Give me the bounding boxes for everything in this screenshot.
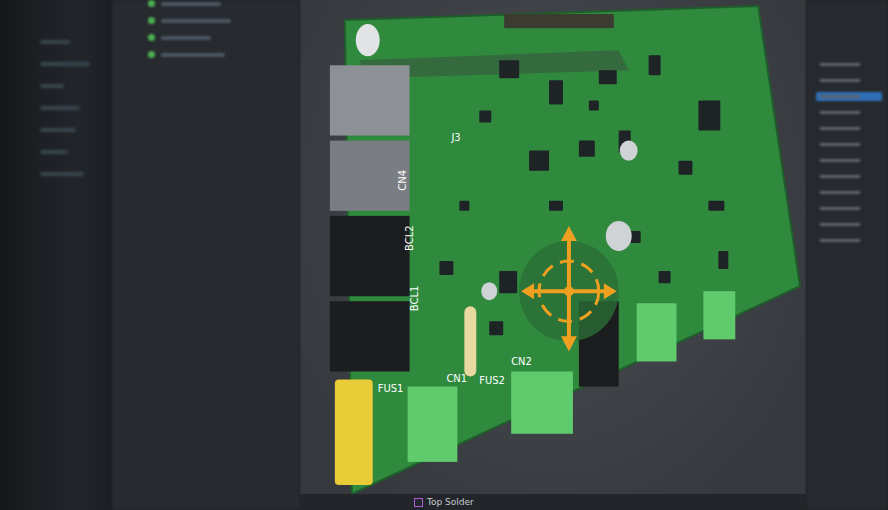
chip: [529, 151, 549, 171]
terminal: [408, 387, 458, 462]
property-row-bar: [820, 79, 860, 82]
pcb-3d-view[interactable]: J3 CN4 BCL2 BCL1 FUS1 CN1 FUS2 CN2: [300, 0, 806, 494]
blurred-mark: [40, 40, 70, 44]
property-row[interactable]: [816, 140, 882, 149]
connector: [330, 141, 410, 211]
board-label: FUS1: [378, 383, 404, 394]
layer-row-bar: [161, 19, 231, 23]
layer-dot: [148, 51, 155, 58]
board-label: BCL2: [404, 225, 415, 251]
chip: [549, 201, 563, 211]
property-row-bar: [820, 239, 860, 242]
board-label: CN4: [397, 170, 408, 191]
blurred-mark: [40, 128, 76, 132]
property-row-bar: [820, 159, 860, 162]
property-row-bar: [820, 191, 860, 194]
connector: [330, 216, 410, 296]
property-row[interactable]: [816, 220, 882, 229]
property-row[interactable]: [816, 236, 882, 245]
property-row-bar: [820, 175, 860, 178]
property-row-bar: [820, 111, 860, 114]
chip: [708, 201, 724, 211]
chip: [649, 55, 661, 75]
layer-row[interactable]: [148, 17, 300, 24]
layer-row-bar: [161, 36, 211, 40]
chip: [599, 70, 617, 84]
layer-dot: [148, 34, 155, 41]
layer-dot: [148, 0, 155, 7]
chip: [549, 80, 563, 104]
chip: [459, 201, 469, 211]
property-row-bar: [820, 127, 860, 130]
property-row[interactable]: [816, 108, 882, 117]
board-label: CN2: [511, 356, 532, 367]
canvas[interactable]: J3 CN4 BCL2 BCL1 FUS1 CN1 FUS2 CN2: [300, 0, 806, 494]
chip: [679, 161, 693, 175]
board-label: CN1: [446, 373, 467, 384]
property-row-bar: [820, 63, 860, 66]
chip: [698, 100, 720, 130]
blurred-mark: [40, 150, 68, 154]
transform-gizmo-icon[interactable]: [519, 226, 619, 352]
screen: J3 CN4 BCL2 BCL1 FUS1 CN1 FUS2 CN2 Top Solder: [0, 0, 888, 510]
layer-dot: [148, 17, 155, 24]
property-row[interactable]: [816, 204, 882, 213]
property-row-bar: [820, 95, 860, 98]
chip: [579, 141, 595, 157]
property-row[interactable]: [816, 172, 882, 181]
property-row[interactable]: [816, 60, 882, 69]
layer-tab[interactable]: Top Solder: [410, 495, 478, 509]
layer-row-bar: [161, 53, 225, 57]
property-row-bar: [820, 143, 860, 146]
property-row-bar: [820, 207, 860, 210]
fuse: [335, 380, 373, 485]
chip: [659, 271, 671, 283]
terminal: [511, 372, 573, 434]
blurred-mark: [40, 62, 90, 66]
layer-row-bar: [161, 2, 221, 6]
pcb-board[interactable]: [345, 6, 800, 494]
terminal: [637, 303, 677, 361]
property-row[interactable]: [816, 76, 882, 85]
chip: [439, 261, 453, 275]
property-row[interactable]: [816, 92, 882, 101]
terminal: [703, 291, 735, 339]
board-label: FUS2: [479, 375, 505, 386]
layer-swatch: [414, 498, 423, 507]
chip: [589, 100, 599, 110]
layers-panel: [112, 0, 300, 510]
layer-row[interactable]: [148, 34, 300, 41]
properties-panel: [806, 0, 888, 510]
connector: [330, 301, 410, 371]
chip: [479, 110, 491, 122]
property-row[interactable]: [816, 124, 882, 133]
layer-row[interactable]: [148, 51, 300, 58]
layer-bar: Top Solder: [300, 494, 806, 510]
connector: [330, 65, 410, 135]
chip: [489, 321, 503, 335]
blurred-mark: [40, 172, 84, 176]
header: [504, 14, 614, 28]
blurred-mark: [40, 106, 80, 110]
blurred-mark: [40, 84, 64, 88]
property-row-bar: [820, 223, 860, 226]
layer-row[interactable]: [148, 0, 300, 7]
chip: [499, 60, 519, 78]
chip: [718, 251, 728, 269]
board-label: BCL1: [409, 286, 420, 312]
board-label: J3: [450, 132, 460, 143]
monitor-bezel: [0, 0, 112, 510]
chip: [499, 271, 517, 293]
property-row[interactable]: [816, 188, 882, 197]
property-row[interactable]: [816, 156, 882, 165]
viewport: J3 CN4 BCL2 BCL1 FUS1 CN1 FUS2 CN2 Top Solder: [300, 0, 806, 510]
